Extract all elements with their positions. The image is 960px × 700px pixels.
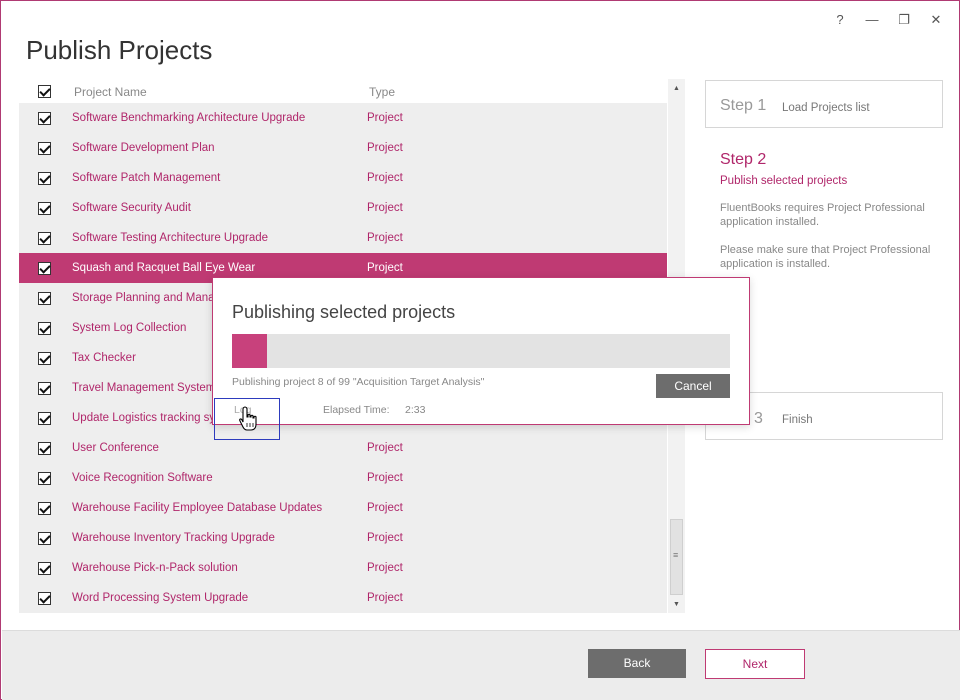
project-row-checkbox[interactable]: [38, 172, 51, 185]
project-row-checkbox[interactable]: [38, 412, 51, 425]
project-row-name: Travel Management System: [72, 382, 216, 394]
project-row[interactable]: User Conference Project: [19, 433, 667, 463]
project-row-checkbox[interactable]: [38, 382, 51, 395]
scroll-up-arrow-icon[interactable]: ▲: [668, 81, 685, 97]
project-row-checkbox[interactable]: [38, 442, 51, 455]
elapsed-time-label: Elapsed Time:: [323, 404, 390, 416]
select-all-checkbox[interactable]: [38, 85, 51, 98]
project-row-checkbox[interactable]: [38, 352, 51, 365]
project-row-checkbox[interactable]: [38, 562, 51, 575]
list-header: Project Name Type: [19, 79, 667, 103]
project-row-checkbox[interactable]: [38, 262, 51, 275]
project-row[interactable]: Software Benchmarking Architecture Upgra…: [19, 103, 667, 133]
project-row-checkbox[interactable]: [38, 472, 51, 485]
project-row-type: Project: [367, 142, 403, 154]
project-row[interactable]: Software Security Audit Project: [19, 193, 667, 223]
project-row-type: Project: [367, 532, 403, 544]
project-row-name: Squash and Racquet Ball Eye Wear: [72, 262, 256, 274]
step-2-note-requirement: FluentBooks requires Project Professiona…: [720, 202, 925, 228]
project-row-name: Software Patch Management: [72, 172, 221, 184]
restore-icon[interactable]: ❐: [895, 11, 913, 29]
project-row-type: Project: [367, 472, 403, 484]
project-row-name: Update Logistics tracking sy: [72, 412, 216, 424]
project-row-name: Software Development Plan: [72, 142, 215, 154]
step-1-box: Step 1 Load Projects list: [705, 80, 943, 128]
project-row-type: Project: [367, 232, 403, 244]
project-row-type: Project: [367, 172, 403, 184]
project-row[interactable]: Word Processing System Upgrade Project: [19, 583, 667, 613]
publish-status-text: Publishing project 8 of 99 "Acquisition …: [232, 376, 485, 388]
step-1-text: Load Projects list: [782, 102, 870, 114]
project-row-name: User Conference: [72, 442, 159, 454]
project-row[interactable]: Software Patch Management Project: [19, 163, 667, 193]
step-2-panel: Step 2 Publish selected projects FluentB…: [705, 151, 943, 271]
elapsed-time-value: 2:33: [405, 404, 426, 416]
scroll-down-arrow-icon[interactable]: ▼: [668, 597, 685, 613]
minimize-icon[interactable]: —: [863, 11, 881, 29]
window-controls: ? — ❐ ✕: [831, 11, 945, 29]
project-row-checkbox[interactable]: [38, 232, 51, 245]
project-row-type: Project: [367, 502, 403, 514]
project-row-type: Project: [367, 262, 403, 274]
step-2-text: Publish selected projects: [720, 175, 848, 187]
cancel-button[interactable]: Cancel: [656, 374, 730, 398]
project-row-checkbox[interactable]: [38, 532, 51, 545]
project-row-type: Project: [367, 442, 403, 454]
back-button[interactable]: Back: [588, 649, 686, 678]
project-row[interactable]: Warehouse Facility Employee Database Upd…: [19, 493, 667, 523]
project-row-name: Warehouse Facility Employee Database Upd…: [72, 502, 323, 514]
project-row-type: Project: [367, 562, 403, 574]
project-row-checkbox[interactable]: [38, 112, 51, 125]
next-button[interactable]: Next: [705, 649, 805, 679]
project-row-checkbox[interactable]: [38, 142, 51, 155]
column-header-type[interactable]: Type: [369, 85, 395, 99]
progress-bar-fill: [232, 334, 267, 368]
project-row[interactable]: Software Development Plan Project: [19, 133, 667, 163]
project-row[interactable]: Voice Recognition Software Project: [19, 463, 667, 493]
project-row-name: Software Security Audit: [72, 202, 191, 214]
page-title: Publish Projects: [26, 35, 213, 65]
project-row-checkbox[interactable]: [38, 502, 51, 515]
column-header-project-name[interactable]: Project Name: [74, 85, 147, 99]
project-row-name: Storage Planning and Mana: [72, 292, 215, 304]
close-icon[interactable]: ✕: [927, 11, 945, 29]
project-row-name: Software Benchmarking Architecture Upgra…: [72, 112, 306, 124]
step-3-number: 3: [754, 410, 763, 427]
step-1-number: Step 1: [720, 97, 767, 114]
project-row-checkbox[interactable]: [38, 292, 51, 305]
footer-bar: Back Next: [2, 630, 960, 700]
project-row-checkbox[interactable]: [38, 592, 51, 605]
project-row-name: Software Testing Architecture Upgrade: [72, 232, 269, 244]
project-row[interactable]: Warehouse Inventory Tracking Upgrade Proj…: [19, 523, 667, 553]
project-row[interactable]: Warehouse Pick-n-Pack solution Project: [19, 553, 667, 583]
project-row-type: Project: [367, 592, 403, 604]
publish-projects-window: ? — ❐ ✕ Publish Projects Project Name Ty…: [0, 0, 960, 700]
project-row-name: Voice Recognition Software: [72, 472, 213, 484]
step-3-text: Finish: [782, 414, 813, 426]
project-row-checkbox[interactable]: [38, 322, 51, 335]
project-row-name: Warehouse Pick-n-Pack solution: [72, 562, 238, 574]
project-row-name: Word Processing System Upgrade: [72, 592, 249, 604]
scrollbar-thumb[interactable]: [670, 519, 683, 595]
publishing-progress-dialog: Publishing selected projects Publishing …: [212, 277, 750, 425]
project-row-type: Project: [367, 202, 403, 214]
dialog-title: Publishing selected projects: [232, 302, 456, 322]
step-2-number: Step 2: [720, 151, 767, 168]
project-row-checkbox[interactable]: [38, 202, 51, 215]
publish-progress-bar: [232, 334, 730, 368]
project-row-name: Tax Checker: [72, 352, 136, 364]
help-icon[interactable]: ?: [831, 11, 849, 29]
project-row-name: System Log Collection: [72, 322, 187, 334]
project-row[interactable]: Software Testing Architecture Upgrade Pro…: [19, 223, 667, 253]
project-row-name: Warehouse Inventory Tracking Upgrade: [72, 532, 275, 544]
hand-pointer-cursor-icon: [239, 406, 257, 431]
step-2-note-install: Please make sure that Project Profession…: [720, 244, 931, 270]
project-row-type: Project: [367, 112, 403, 124]
